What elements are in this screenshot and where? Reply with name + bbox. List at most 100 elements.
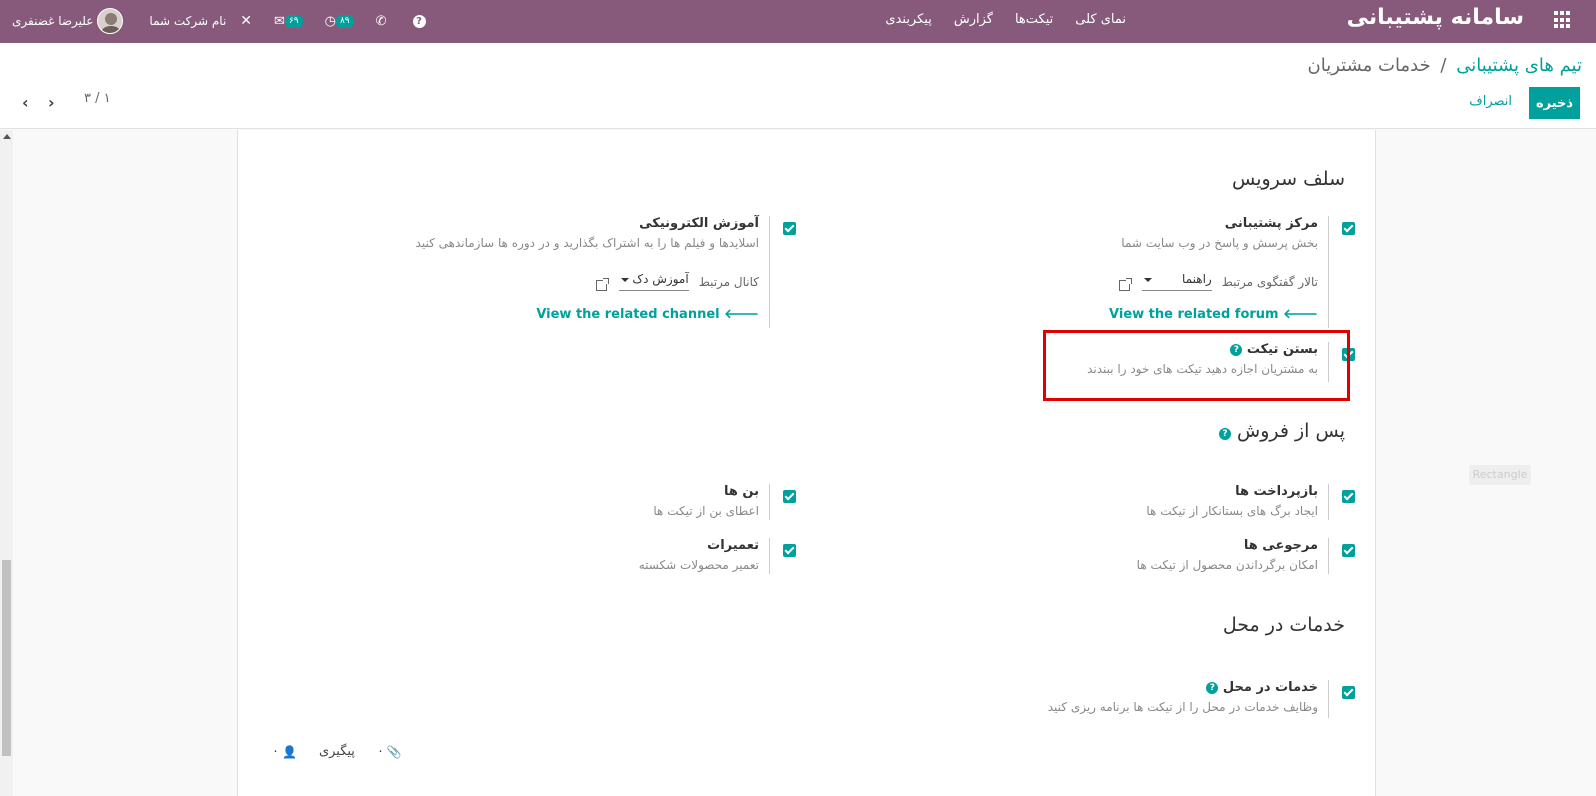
highlight-rectangle bbox=[1043, 330, 1350, 401]
view-related-channel-link[interactable]: 🡐 View the related channel bbox=[536, 306, 759, 322]
app-brand[interactable]: سامانه پشتیبانی bbox=[1347, 5, 1524, 30]
elearning-checkbox[interactable] bbox=[783, 222, 796, 235]
activity-badge: ۸۹ bbox=[335, 14, 354, 28]
refunds-checkbox[interactable] bbox=[1342, 490, 1355, 503]
help-question-icon[interactable]: ? bbox=[1218, 428, 1231, 440]
related-forum-value: راهنما bbox=[1182, 272, 1212, 286]
company-switcher[interactable]: نام شرکت شما bbox=[149, 14, 226, 28]
menu-item-overview[interactable]: نمای کلی bbox=[1075, 12, 1126, 27]
chatter-topbar: ۰ 👤 پیگیری ۰ 📎 bbox=[272, 744, 402, 759]
help-icon[interactable]: ? bbox=[412, 14, 426, 28]
menu-item-reporting[interactable]: گزارش bbox=[954, 12, 993, 27]
divider bbox=[1328, 484, 1329, 520]
setting-coupons: بن ها اعطای بن از تیکت ها bbox=[256, 484, 816, 520]
refunds-desc: ایجاد برگ های بستانکار از تیکت ها bbox=[1146, 504, 1318, 518]
breadcrumb-separator: / bbox=[1440, 55, 1447, 76]
repairs-desc: تعمیر محصولات شکسته bbox=[638, 558, 759, 572]
repairs-label: تعمیرات bbox=[707, 538, 759, 553]
discard-button[interactable]: انصراف bbox=[1469, 94, 1512, 109]
setting-elearning: آموزش الکترونیکی اسلایدها و فیلم ها را ب… bbox=[256, 216, 816, 328]
divider bbox=[1328, 216, 1329, 328]
avatar[interactable] bbox=[97, 8, 124, 34]
paperclip-icon[interactable]: 📎 bbox=[387, 745, 402, 759]
related-channel-value: آموزش دک bbox=[632, 272, 689, 286]
related-channel-label: کانال مرتبط bbox=[698, 274, 759, 289]
user-name[interactable]: علیرضا غضنفری bbox=[12, 14, 93, 28]
section-title-after-sales: پس از فروش ? bbox=[1215, 420, 1345, 442]
chevron-down-icon bbox=[620, 278, 629, 282]
field-service-checkbox[interactable] bbox=[1342, 686, 1355, 699]
related-forum-select[interactable]: راهنما bbox=[1141, 272, 1212, 291]
clock-icon: ◷ bbox=[324, 13, 336, 29]
external-link-icon[interactable] bbox=[1118, 278, 1132, 291]
pager-previous-icon[interactable]: ‹ bbox=[22, 93, 29, 112]
related-channel-select[interactable]: آموزش دک bbox=[618, 272, 689, 291]
coupons-desc: اعطای بن از تیکت ها bbox=[653, 504, 759, 518]
follow-button[interactable]: پیگیری bbox=[319, 744, 355, 759]
returns-checkbox[interactable] bbox=[1342, 544, 1355, 557]
setting-returns: مرجوعی ها امکان برگرداندن محصول از تیکت … bbox=[815, 538, 1375, 574]
refunds-label: بازپرداخت ها bbox=[1235, 484, 1318, 499]
control-panel: تیم های پشتیبانی / خدمات مشتریان ذخیره ا… bbox=[0, 43, 1596, 129]
coupons-label: بن ها bbox=[723, 484, 759, 499]
scroll-thumb[interactable] bbox=[2, 560, 11, 756]
pager-next-icon[interactable]: › bbox=[48, 93, 55, 112]
tools-icon[interactable]: ✕ bbox=[240, 14, 252, 28]
view-related-forum-text: View the related forum bbox=[1109, 307, 1279, 322]
help-center-label: مرکز پشتیبانی bbox=[1224, 216, 1318, 231]
form-sheet: سلف سرویس مرکز پشتیبانی بخش پرسش و پاسخ … bbox=[237, 130, 1376, 796]
menu-item-tickets[interactable]: تیکت‌ها bbox=[1015, 12, 1053, 27]
elearning-related-row: کانال مرتبط آموزش دک bbox=[595, 272, 759, 291]
view-related-channel-text: View the related channel bbox=[536, 307, 720, 322]
attachments-count: ۰ bbox=[376, 744, 384, 759]
save-button[interactable]: ذخیره bbox=[1529, 87, 1580, 119]
divider bbox=[769, 484, 770, 520]
view-related-forum-link[interactable]: 🡐 View the related forum bbox=[1109, 306, 1318, 322]
setting-repairs: تعمیرات تعمیر محصولات شکسته bbox=[256, 538, 816, 574]
external-link-icon[interactable] bbox=[595, 278, 609, 291]
returns-label: مرجوعی ها bbox=[1243, 538, 1318, 553]
divider bbox=[769, 538, 770, 574]
top-navbar: سامانه پشتیبانی نمای کلی تیکت‌ها گزارش پ… bbox=[0, 0, 1596, 43]
scrollbar[interactable] bbox=[0, 130, 13, 796]
help-center-checkbox[interactable] bbox=[1342, 222, 1355, 235]
divider bbox=[1328, 680, 1329, 718]
setting-field-service: خدمات در محل ? وظایف خدمات در محل را از … bbox=[815, 680, 1375, 718]
section-title-field-service: خدمات در محل bbox=[1222, 614, 1345, 636]
returns-desc: امکان برگرداندن محصول از تیکت ها bbox=[1136, 558, 1318, 572]
chat-menu[interactable]: ✉ ۶۹ bbox=[274, 13, 303, 29]
scroll-up-icon[interactable] bbox=[3, 134, 11, 139]
phone-icon[interactable]: ✆ bbox=[376, 15, 387, 28]
menu-item-configuration[interactable]: پیکربندی bbox=[885, 12, 931, 27]
help-center-related-row: تالار گفتگوی مرتبط راهنما bbox=[1118, 272, 1318, 291]
pager-value[interactable]: ۳ / ۱ bbox=[84, 91, 111, 106]
setting-help-center: مرکز پشتیبانی بخش پرسش و پاسخ در وب سایت… bbox=[815, 216, 1375, 328]
chat-badge: ۶۹ bbox=[284, 14, 303, 28]
elearning-label: آموزش الکترونیکی bbox=[639, 216, 759, 231]
user-icon[interactable]: 👤 bbox=[282, 745, 297, 759]
help-question-icon[interactable]: ? bbox=[1206, 682, 1219, 694]
divider bbox=[1328, 538, 1329, 574]
field-service-label: خدمات در محل ? bbox=[1202, 680, 1318, 695]
divider bbox=[769, 216, 770, 328]
help-center-desc: بخش پرسش و پاسخ در وب سایت شما bbox=[1121, 236, 1318, 250]
setting-refunds: بازپرداخت ها ایجاد برگ های بستانکار از ت… bbox=[815, 484, 1375, 520]
field-service-desc: وظایف خدمات در محل را از تیکت ها برنامه … bbox=[1047, 700, 1318, 714]
followers-count: ۰ bbox=[272, 744, 279, 759]
chat-icon: ✉ bbox=[274, 13, 285, 29]
repairs-checkbox[interactable] bbox=[783, 544, 796, 557]
activity-menu[interactable]: ◷ ۸۹ bbox=[324, 13, 354, 29]
breadcrumb-current: خدمات مشتریان bbox=[1307, 55, 1431, 76]
breadcrumb: تیم های پشتیبانی / خدمات مشتریان bbox=[1308, 55, 1583, 76]
rectangle-tag: Rectangle bbox=[1469, 465, 1531, 485]
breadcrumb-parent[interactable]: تیم های پشتیبانی bbox=[1456, 55, 1582, 76]
field-service-label-text: خدمات در محل bbox=[1222, 680, 1318, 695]
after-sales-title-text: پس از فروش bbox=[1237, 420, 1345, 442]
elearning-desc: اسلایدها و فیلم ها را به اشتراک بگذارید … bbox=[415, 236, 759, 250]
chevron-down-icon bbox=[1143, 278, 1152, 282]
coupons-checkbox[interactable] bbox=[783, 490, 796, 503]
main-menu: نمای کلی تیکت‌ها گزارش پیکربندی bbox=[885, 12, 1126, 27]
related-forum-label: تالار گفتگوی مرتبط bbox=[1221, 274, 1318, 289]
apps-grid-icon[interactable] bbox=[1552, 11, 1570, 29]
section-title-self-service: سلف سرویس bbox=[1231, 168, 1345, 190]
